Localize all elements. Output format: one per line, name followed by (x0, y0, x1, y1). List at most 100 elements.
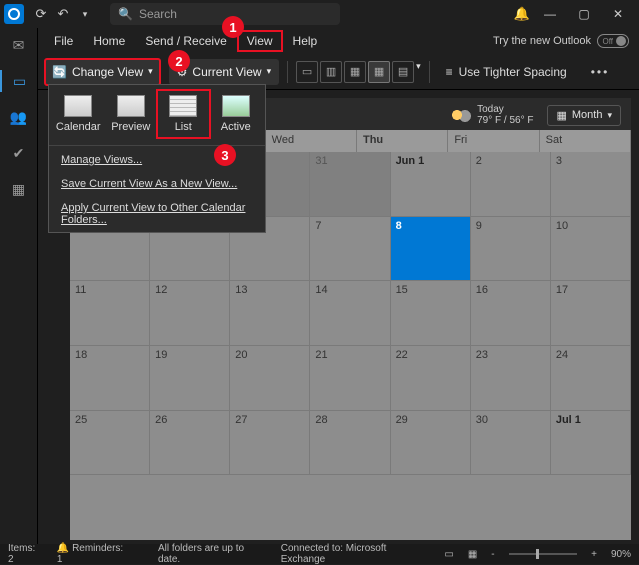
list-thumb-icon (169, 95, 197, 117)
left-rail: ✉ ▭ 👥 ✔ ▦ (0, 28, 38, 544)
date-cell[interactable]: 12 (150, 281, 230, 346)
annotation-badge-3: 3 (214, 144, 236, 166)
date-cell[interactable]: 10 (551, 217, 631, 282)
active-thumb-icon (222, 95, 250, 117)
view-option-calendar[interactable]: Calendar (53, 91, 104, 137)
view-normal-icon[interactable]: ▭ (444, 549, 453, 560)
chevron-down-icon[interactable]: ▾ (416, 61, 421, 83)
date-cell[interactable]: 13 (230, 281, 310, 346)
save-view-item[interactable]: Save Current View As a New View... (49, 172, 265, 196)
notifications-icon[interactable]: 🔔 (511, 6, 533, 22)
date-cell[interactable]: 21 (310, 346, 390, 411)
date-cell[interactable]: 20 (230, 346, 310, 411)
calendar-thumb-icon (64, 95, 92, 117)
change-view-icon: 🔄 (52, 65, 67, 79)
date-cell[interactable]: 22 (391, 346, 471, 411)
chevron-down-icon: ▾ (148, 66, 153, 77)
separator (429, 61, 430, 83)
menu-file[interactable]: File (44, 30, 83, 52)
preview-thumb-icon (117, 95, 145, 117)
zoom-slider[interactable] (509, 553, 578, 555)
view-reading-icon[interactable]: ▦ (468, 549, 477, 560)
date-cell[interactable]: 17 (551, 281, 631, 346)
mail-icon[interactable]: ✉ (8, 34, 30, 56)
menu-view[interactable]: View (237, 30, 283, 52)
menu-help[interactable]: Help (283, 30, 328, 52)
minimize-button[interactable]: — (533, 0, 567, 28)
weather-widget[interactable]: Today 79° F / 56° F (451, 104, 533, 126)
date-cell[interactable]: 31 (310, 152, 390, 217)
calendar-icon[interactable]: ▭ (0, 70, 38, 92)
close-button[interactable]: ✕ (601, 0, 635, 28)
date-cell[interactable]: 7 (310, 217, 390, 282)
tighter-spacing-button[interactable]: ≡ Use Tighter Spacing (438, 65, 575, 79)
search-placeholder: Search (139, 7, 177, 21)
chevron-down-icon: ▾ (267, 66, 272, 77)
date-cell[interactable]: 11 (70, 281, 150, 346)
day-header: Sat (540, 130, 631, 152)
date-cell[interactable]: Jun 1 (391, 152, 471, 217)
month-view-icon[interactable]: ▦ (368, 61, 390, 83)
view-option-preview[interactable]: Preview (106, 91, 157, 137)
annotation-badge-1: 1 (222, 16, 244, 38)
date-cell[interactable]: 26 (150, 411, 230, 476)
schedule-view-icon[interactable]: ▤ (392, 61, 414, 83)
menu-home[interactable]: Home (83, 30, 135, 52)
date-cell[interactable]: 27 (230, 411, 310, 476)
spacing-icon: ≡ (446, 65, 453, 79)
maximize-button[interactable]: ▢ (567, 0, 601, 28)
undo-icon[interactable]: ↶ (52, 6, 74, 22)
zoom-level: 90% (611, 549, 631, 560)
separator (287, 61, 288, 83)
status-items: Items: 2 (8, 543, 43, 565)
try-new-outlook: Try the new Outlook Off (493, 34, 629, 48)
people-icon[interactable]: 👥 (8, 106, 30, 128)
workweek-view-icon[interactable]: ▥ (320, 61, 342, 83)
sync-icon[interactable]: ⟳ (30, 6, 52, 22)
search-icon: 🔍 (118, 7, 133, 21)
apply-view-item[interactable]: Apply Current View to Other Calendar Fol… (49, 196, 265, 232)
zoom-in[interactable]: + (591, 549, 597, 560)
day-view-icon[interactable]: ▭ (296, 61, 318, 83)
view-option-list[interactable]: List (158, 91, 209, 137)
status-reminders[interactable]: 🔔 Reminders: 1 (57, 543, 130, 565)
week-view-icon[interactable]: ▦ (344, 61, 366, 83)
outlook-logo (4, 4, 24, 24)
change-view-button[interactable]: 🔄 Change View ▾ (44, 58, 161, 86)
view-option-active[interactable]: Active (211, 91, 262, 137)
weather-icon (451, 108, 471, 122)
arrangement-group: ▭ ▥ ▦ ▦ ▤ ▾ (296, 61, 421, 83)
date-cell[interactable]: 18 (70, 346, 150, 411)
zoom-out[interactable]: - (491, 549, 494, 560)
ribbon-overflow[interactable]: ••• (583, 65, 618, 79)
menu-send-receive[interactable]: Send / Receive (135, 30, 236, 52)
day-header: Fri (448, 130, 539, 152)
date-cell[interactable]: 24 (551, 346, 631, 411)
qat-dropdown-icon[interactable]: ▾ (74, 9, 96, 20)
date-cell[interactable]: 3 (551, 152, 631, 217)
date-cell[interactable]: 28 (310, 411, 390, 476)
date-cell[interactable]: Jul 1 (551, 411, 631, 476)
try-new-toggle[interactable]: Off (597, 34, 629, 48)
chevron-down-icon: ▾ (607, 110, 612, 121)
view-scale-button[interactable]: ▦ Month ▾ (547, 105, 621, 126)
date-cell[interactable]: 15 (391, 281, 471, 346)
date-cell-today[interactable]: 8 (391, 217, 471, 282)
date-cell[interactable]: 19 (150, 346, 230, 411)
date-cell[interactable]: 14 (310, 281, 390, 346)
day-header: Thu (357, 130, 448, 152)
todo-icon[interactable]: ✔ (8, 142, 30, 164)
date-cell[interactable]: 25 (70, 411, 150, 476)
calendar-small-icon: ▦ (556, 109, 566, 122)
status-folders: All folders are up to date. (158, 543, 267, 565)
date-cell[interactable]: 16 (471, 281, 551, 346)
date-cell[interactable]: 9 (471, 217, 551, 282)
day-header: Wed (266, 130, 357, 152)
date-cell[interactable]: 30 (471, 411, 551, 476)
title-bar: ⟳ ↶ ▾ 🔍 Search 🔔 — ▢ ✕ (0, 0, 639, 28)
status-connection: Connected to: Microsoft Exchange (281, 543, 431, 565)
date-cell[interactable]: 2 (471, 152, 551, 217)
date-cell[interactable]: 23 (471, 346, 551, 411)
date-cell[interactable]: 29 (391, 411, 471, 476)
more-apps-icon[interactable]: ▦ (8, 178, 30, 200)
